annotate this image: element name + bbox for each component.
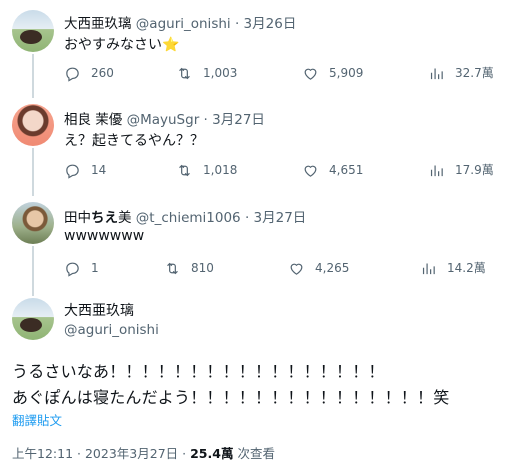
author-name-part: 美	[118, 210, 132, 226]
reply-count: 1	[91, 261, 99, 275]
views-count: 32.7萬	[455, 66, 494, 80]
tweet-actions: 260 1,003 5,909 32.7萬	[64, 63, 496, 83]
author-name[interactable]: 田中ちえ美	[64, 210, 132, 226]
views-button[interactable]: 17.9萬	[428, 160, 494, 180]
author-handle[interactable]: @aguri_onishi	[136, 16, 231, 32]
separator: ·	[77, 446, 81, 461]
author-name-part: 田中	[64, 210, 91, 226]
separator: ·	[203, 112, 208, 128]
reply-button[interactable]: 14	[64, 160, 106, 180]
avatar[interactable]	[12, 298, 54, 340]
views-button[interactable]: 14.2萬	[420, 258, 486, 278]
retweet-count: 1,018	[203, 163, 238, 177]
tweet-time[interactable]: 上午12:11	[12, 446, 73, 461]
tweet-date[interactable]: 3月27日	[212, 112, 265, 128]
author-name[interactable]: 相良 茉優	[64, 112, 122, 128]
like-count: 5,909	[329, 66, 364, 80]
retweet-icon	[167, 262, 178, 274]
tweet-text: おやすみなさい⭐	[64, 34, 179, 54]
tweet-header: 大西亜玖璃 @aguri_onishi · 3月26日	[64, 12, 296, 32]
avatar[interactable]	[12, 202, 54, 244]
like-count: 4,265	[315, 261, 350, 275]
author-name[interactable]: 大西亜玖璃	[64, 300, 134, 320]
reply-count: 14	[91, 163, 107, 177]
author-name-part: ちえ	[91, 210, 118, 226]
like-button[interactable]: 4,265	[288, 258, 349, 278]
reply-icon	[66, 164, 79, 179]
tweet-date[interactable]: 3月26日	[244, 16, 297, 32]
retweet-button[interactable]: 1,018	[176, 160, 237, 180]
tweet-header: 田中ちえ美 @t_chiemi1006 · 3月27日	[64, 206, 306, 226]
author-handle[interactable]: @t_chiemi1006	[136, 210, 241, 226]
tweet-date[interactable]: 3月27日	[254, 210, 307, 226]
main-tweet-line-1: うるさいなあ！！！！！！！！！！！！！！！！！	[12, 362, 385, 381]
tweet[interactable]: 田中ちえ美 @t_chiemi1006 · 3月27日 wwwwwww 1 81…	[0, 194, 506, 292]
tweet[interactable]: 相良 茉優 @MayuSgr · 3月27日 え？起きてるやん？？ 14 1,0…	[0, 96, 506, 192]
views-chart-icon	[430, 68, 443, 79]
views-button[interactable]: 32.7萬	[428, 63, 494, 83]
views-count: 17.9萬	[455, 163, 494, 177]
tweet[interactable]: 大西亜玖璃 @aguri_onishi · 3月26日 おやすみなさい⭐ 260…	[0, 0, 506, 92]
main-tweet-line-2: あぐぽんは寝たんだよう！！！！！！！！！！！！！！！笑	[12, 388, 450, 407]
retweet-count: 810	[191, 261, 214, 275]
heart-icon	[304, 165, 317, 177]
tweet-meta: 上午12:11 · 2023年3月27日 · 25.4萬 次查看	[12, 443, 275, 461]
avatar[interactable]	[12, 104, 54, 146]
views-total: 25.4萬	[190, 446, 234, 461]
tweet-text-content: おやすみなさい	[64, 37, 162, 53]
retweet-button[interactable]: 1,003	[176, 63, 237, 83]
reply-button[interactable]: 1	[64, 258, 99, 278]
avatar[interactable]	[12, 10, 54, 52]
separator: ·	[244, 210, 250, 226]
views-count: 14.2萬	[447, 261, 486, 275]
retweet-icon	[179, 164, 190, 176]
reply-count: 260	[91, 66, 114, 80]
tweet-text: wwwwwww	[64, 228, 145, 244]
like-count: 4,651	[329, 163, 364, 177]
like-button[interactable]: 5,909	[302, 63, 363, 83]
author-handle[interactable]: @aguri_onishi	[64, 322, 159, 338]
views-chart-icon	[422, 263, 435, 274]
author-handle[interactable]: @MayuSgr	[127, 112, 200, 128]
retweet-count: 1,003	[203, 66, 238, 80]
retweet-button[interactable]: 810	[164, 258, 214, 278]
tweet-text: え？起きてるやん？？	[64, 133, 204, 149]
tweet-header: 相良 茉優 @MayuSgr · 3月27日	[64, 108, 265, 128]
separator: ·	[234, 16, 240, 32]
reply-button[interactable]: 260	[64, 63, 114, 83]
like-button[interactable]: 4,651	[302, 160, 363, 180]
retweet-icon	[179, 67, 190, 79]
tweet-actions: 14 1,018 4,651 17.9萬	[64, 160, 496, 180]
star-emoji-icon: ⭐	[162, 37, 180, 53]
views-label: 次查看	[237, 446, 275, 461]
heart-icon	[290, 263, 303, 275]
author-name[interactable]: 大西亜玖璃	[64, 16, 132, 32]
heart-icon	[304, 68, 317, 80]
tweet-actions: 1 810 4,265 14.2萬	[64, 258, 496, 278]
tweet-full-date[interactable]: 2023年3月27日	[85, 446, 178, 461]
separator: ·	[182, 446, 187, 461]
translate-post-link[interactable]: 翻譯貼文	[12, 410, 62, 429]
views-chart-icon	[430, 165, 443, 176]
reply-icon	[66, 67, 79, 82]
reply-icon	[66, 262, 79, 277]
